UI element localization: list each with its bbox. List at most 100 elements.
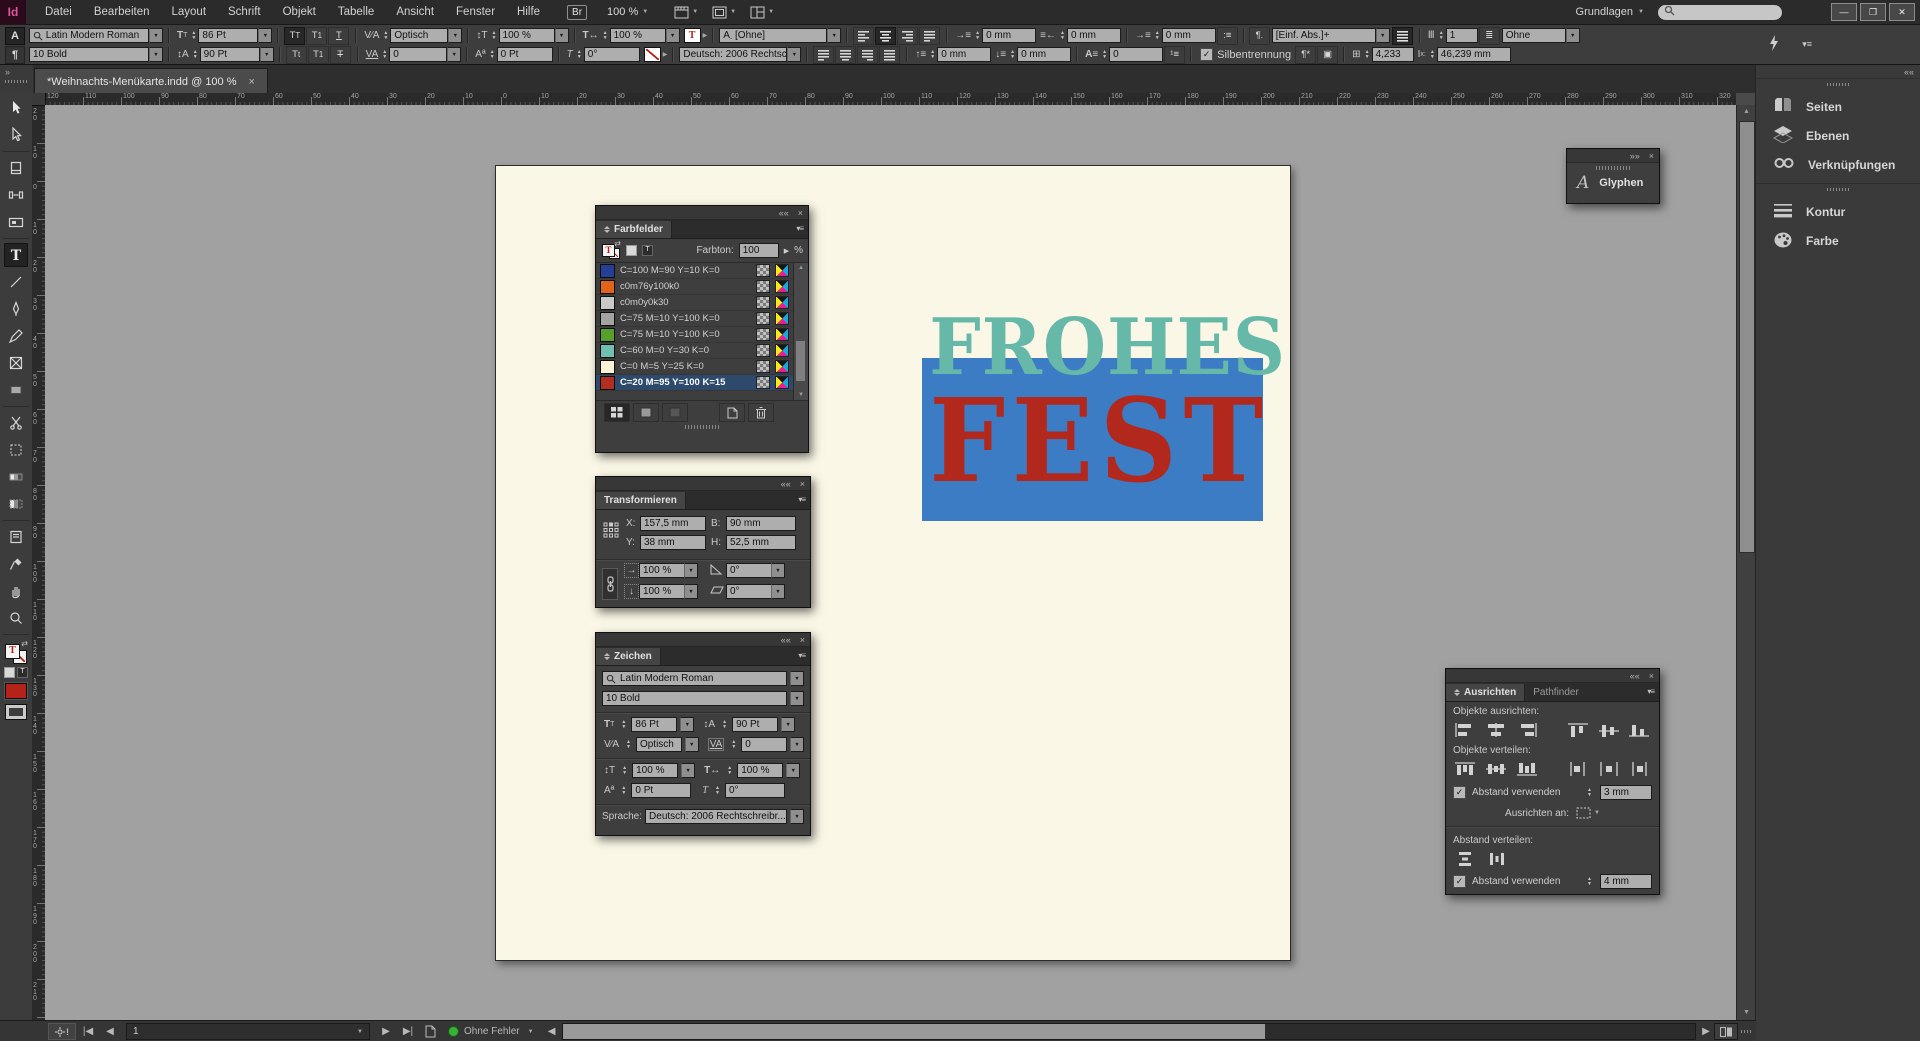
tracking-field[interactable]: VA▲▼0▼ (364, 47, 462, 62)
chevron-down-icon[interactable]: ▼ (684, 563, 698, 578)
dist-v-center-button[interactable] (1484, 760, 1509, 778)
skew-field[interactable]: 0° (725, 783, 785, 798)
last-page-button[interactable]: ▶| (396, 1026, 420, 1037)
stepper[interactable]: ▲▼ (713, 786, 722, 795)
paragraph-composer-icon[interactable]: ¶* (1295, 46, 1316, 64)
content-collector-tool[interactable] (4, 210, 28, 234)
frame-tool[interactable] (4, 351, 28, 375)
language-select[interactable]: Deutsch: 2006 Rechtsch...▼ (679, 47, 801, 62)
paragraph-options-icon[interactable]: ¶. (1249, 27, 1270, 45)
language-select[interactable]: Deutsch: 2006 Rechtschreibr... (645, 809, 787, 824)
swatch-view-grid-button[interactable] (604, 403, 630, 422)
gradient-feather-tool[interactable] (4, 492, 28, 516)
chevron-down-icon[interactable]: ▼ (681, 763, 695, 778)
swatch-view-list-button[interactable] (662, 403, 688, 422)
dock-collapse-icon[interactable]: «« (1904, 67, 1914, 77)
align-top-button[interactable] (1565, 721, 1590, 739)
font-style-select[interactable]: 10 Bold▼ (29, 47, 163, 62)
constrain-proportions-link-icon[interactable] (602, 568, 618, 600)
scroll-right-icon[interactable]: ▶ (1698, 1026, 1714, 1037)
chevron-down-icon[interactable]: ▼ (684, 584, 698, 599)
hand-tool[interactable] (4, 579, 28, 603)
space-dist-h-button[interactable] (1485, 850, 1511, 868)
stepper[interactable]: ▲▼ (619, 720, 628, 729)
justify-all-button[interactable] (879, 46, 900, 64)
reference-point-selector[interactable] (603, 522, 619, 541)
baseline-shift-field[interactable]: Aª▲▼0 Pt (473, 47, 552, 62)
panel-collapse-icon[interactable]: «« (781, 479, 791, 489)
dock-item-ebenen[interactable]: Ebenen (1756, 121, 1920, 150)
horizontal-scroll-thumb[interactable] (563, 1024, 1266, 1039)
horizontal-scale-field[interactable]: 100 % (737, 763, 783, 778)
resize-grip[interactable] (1741, 1030, 1753, 1033)
eyedropper-tool[interactable] (4, 552, 28, 576)
panel-menu-icon[interactable]: ▾≡ (798, 495, 805, 504)
tab-transformieren[interactable]: Transformieren (596, 492, 686, 509)
tab-farbfelder[interactable]: Farbfelder (596, 221, 672, 238)
x-field[interactable]: 157,5 mm (640, 516, 706, 531)
use-spacing2-checkbox[interactable]: ✓ (1453, 875, 1466, 888)
stepper[interactable]: ▲▼ (1585, 877, 1594, 886)
right-indent-field[interactable]: ≡←▲▼0 mm (1038, 28, 1121, 43)
pencil-tool[interactable] (4, 324, 28, 348)
menu-schrift[interactable]: Schrift (217, 6, 272, 18)
align-bottom-button[interactable] (1627, 721, 1652, 739)
toolbar-collapse[interactable]: » (0, 65, 33, 93)
columns-field[interactable]: Ⅲ▲▼1 (1426, 28, 1478, 43)
fill-color-swatch[interactable]: T (684, 28, 701, 43)
bullet-list-button[interactable]: :≡ (1217, 27, 1238, 45)
chevron-down-icon[interactable]: ▼ (790, 737, 804, 752)
height-field[interactable]: 52,5 mm (726, 535, 796, 550)
glyphen-panel-button[interactable]: A Glyphen (1567, 171, 1659, 195)
stroke-color-swatch[interactable] (644, 47, 661, 62)
horizontal-scale-field[interactable]: T↔▲▼100 %▼ (581, 28, 680, 43)
next-style-select[interactable]: [Einf. Abs.]+▼ (1272, 28, 1390, 43)
tab-ausrichten[interactable]: Ausrichten (1446, 684, 1525, 701)
close-button[interactable]: ✕ (1889, 3, 1915, 21)
free-transform-tool[interactable] (4, 438, 28, 462)
tab-pathfinder[interactable]: Pathfinder (1525, 684, 1587, 701)
swatch-view-small-button[interactable] (633, 403, 659, 422)
scroll-down-icon[interactable]: ▼ (1737, 1006, 1756, 1020)
line-tool[interactable] (4, 270, 28, 294)
small-caps-button[interactable]: Tt (286, 46, 307, 64)
panel-menu-icon[interactable]: ▾≡ (798, 651, 805, 660)
dock-item-seiten[interactable]: Seiten (1756, 92, 1920, 121)
stepper[interactable]: ▲▼ (619, 786, 628, 795)
stepper[interactable]: ▲▼ (720, 720, 729, 729)
dist-bottom-button[interactable] (1515, 760, 1540, 778)
spacing-field[interactable]: 3 mm (1600, 785, 1652, 800)
y-field[interactable]: 38 mm (640, 535, 706, 550)
chevron-down-icon[interactable]: ▼ (790, 671, 804, 686)
dist-top-button[interactable] (1453, 760, 1478, 778)
zoom-tool[interactable] (4, 606, 28, 630)
font-size-field[interactable]: TT▲▼86 Pt▼ (175, 28, 272, 43)
vertical-scroll-thumb[interactable] (1739, 121, 1755, 553)
chevron-down-icon[interactable]: ▼ (771, 563, 785, 578)
scroll-thumb[interactable] (796, 341, 805, 381)
scroll-up-icon[interactable]: ▲ (1737, 105, 1756, 119)
panel-close-icon[interactable]: × (1649, 151, 1654, 161)
headline-text-fest[interactable]: FEST (929, 384, 1255, 499)
align-to-grid-button[interactable]: ▣ (1317, 46, 1338, 64)
leading-field[interactable]: 90 Pt (732, 717, 778, 732)
page-tool[interactable] (4, 156, 28, 180)
arrange-documents-button[interactable]: ▼ (750, 6, 774, 19)
swatch-scrollbar[interactable]: ▲ ▼ (793, 263, 808, 400)
selection-tool[interactable] (4, 96, 28, 120)
workspace-switcher[interactable]: Grundlagen▼ (1576, 6, 1644, 18)
type-tool[interactable]: T (4, 243, 28, 267)
restore-button[interactable]: ❐ (1860, 3, 1886, 21)
baseline-shift-field[interactable]: 0 Pt (631, 783, 691, 798)
size-field[interactable]: 86 Pt (631, 717, 677, 732)
panel-resize-grip[interactable] (685, 425, 719, 429)
use-spacing-checkbox[interactable]: ✓ (1453, 786, 1466, 799)
align-left-button[interactable] (1453, 721, 1478, 739)
panel-close-icon[interactable]: × (1649, 671, 1654, 681)
next-page-button[interactable]: ▶ (376, 1026, 396, 1037)
note-tool[interactable] (4, 525, 28, 549)
gap-tool[interactable] (4, 183, 28, 207)
panel-collapse-icon[interactable]: «« (781, 635, 791, 645)
vertical-scrollbar[interactable]: ▲ ▼ (1736, 105, 1756, 1020)
scroll-left-icon[interactable]: ◀ (544, 1026, 560, 1037)
